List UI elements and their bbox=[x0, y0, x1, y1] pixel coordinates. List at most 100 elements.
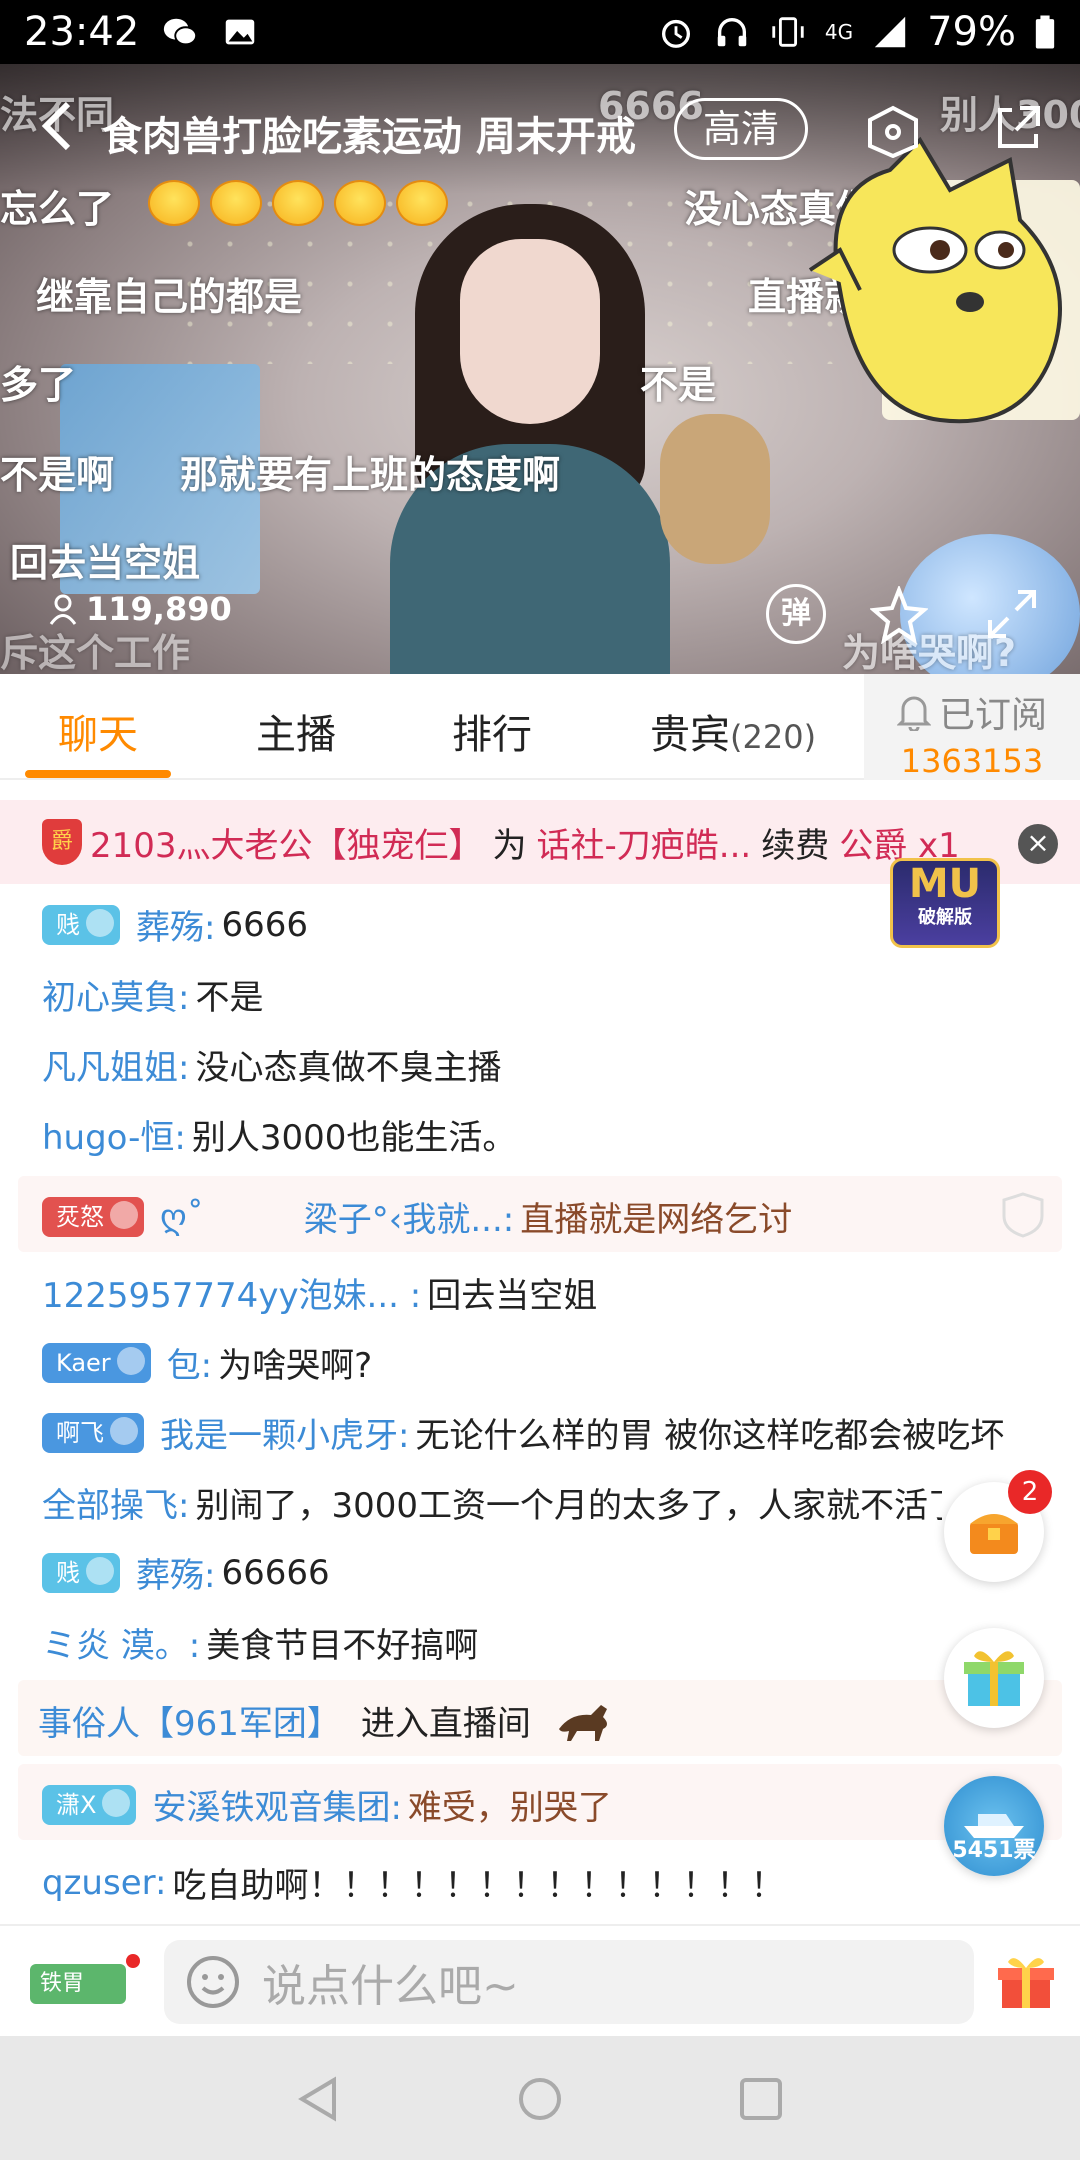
tab-chat[interactable]: 聊天 bbox=[58, 702, 138, 760]
signal-icon bbox=[874, 16, 906, 48]
medal-notification-dot bbox=[126, 1954, 140, 1968]
horse-icon bbox=[558, 1704, 607, 1741]
danmaku-item: 不是啊 bbox=[0, 453, 115, 497]
chat-input[interactable]: 说点什么吧~ bbox=[164, 1940, 974, 2024]
subscribe-button[interactable]: 已订阅 1363153 bbox=[864, 674, 1080, 780]
input-bar: 铁胃 说点什么吧~ bbox=[0, 1924, 1080, 2036]
emoji-icon bbox=[210, 180, 262, 226]
chat-message: 初心莫負: 不是 bbox=[42, 970, 263, 1019]
chat-text: 6666 bbox=[221, 904, 308, 945]
room-title: 食肉兽打脸吃素运动 周末开戒 bbox=[102, 114, 636, 160]
status-bar: 23:42 4G 79% bbox=[0, 0, 1080, 64]
streamer bbox=[390, 204, 670, 674]
home-icon[interactable] bbox=[866, 104, 920, 158]
chat-message: 啊飞 我是一颗小虎牙: 无论什么样的胃 被你这样吃都会被吃坏 bbox=[42, 1408, 1004, 1457]
chat-message: 凡凡姐姐: 没心态真做不臭主播 bbox=[42, 1040, 501, 1089]
vip-count: (220) bbox=[730, 718, 817, 756]
tab-ranking[interactable]: 排行 bbox=[452, 702, 532, 760]
fan-medal[interactable]: 铁胃 bbox=[30, 1964, 126, 2004]
nav-recents-icon[interactable] bbox=[738, 2076, 784, 2122]
gift-box-button[interactable] bbox=[944, 1628, 1044, 1728]
mu-logo-text: MU bbox=[908, 861, 982, 907]
notice-action: 续费 bbox=[761, 825, 830, 866]
emoji-picker-icon[interactable] bbox=[186, 1955, 240, 2009]
chat-text: 进入直播间 bbox=[360, 1704, 531, 1744]
subscribe-label: 已订阅 bbox=[938, 695, 1047, 736]
danmaku-item: 回去当空姐 bbox=[10, 541, 201, 585]
chat-username[interactable]: 初心莫負: bbox=[42, 970, 189, 1019]
tab-vip[interactable]: 贵宾(220) bbox=[650, 702, 816, 760]
wechat-icon bbox=[164, 18, 198, 46]
nav-home-icon[interactable] bbox=[517, 2076, 563, 2122]
fan-badge[interactable]: 烎怒 bbox=[42, 1196, 144, 1237]
chat-message: 贱 葬殇: 66666 bbox=[42, 1548, 330, 1597]
danmaku-item: 继靠自己的都是 bbox=[36, 275, 303, 319]
chat-username[interactable]: hugo-恒: bbox=[42, 1110, 186, 1159]
chat-text: 为啥哭啊? bbox=[218, 1346, 373, 1386]
emoji-icon bbox=[148, 180, 200, 226]
emoji-danmaku bbox=[148, 180, 448, 226]
chat-username[interactable]: qzuser: bbox=[42, 1863, 166, 1903]
chat-message: 贱 葬殇: 6666 bbox=[42, 900, 308, 949]
chat-message: Kaer 包: 为啥哭啊? bbox=[42, 1338, 372, 1387]
close-icon[interactable]: × bbox=[1018, 824, 1058, 864]
chat-message: 潇X 安溪铁观音集团: 难受，别哭了 bbox=[42, 1780, 612, 1829]
chat-username[interactable]: 全部操飞: bbox=[42, 1478, 189, 1527]
fan-badge[interactable]: Kaer bbox=[42, 1342, 151, 1383]
chat-username[interactable]: 葬殇: bbox=[136, 1548, 215, 1597]
chat-text: 没心态真做不臭主播 bbox=[195, 1048, 502, 1088]
chat-enter-message: 事俗人【961军团】 进入直播间 bbox=[38, 1696, 617, 1745]
chat-message: qzuser: 吃自助啊！！！！！！！！！！！！！！ bbox=[42, 1858, 784, 1907]
chat-username[interactable]: 包: bbox=[167, 1338, 212, 1387]
back-button[interactable] bbox=[38, 98, 86, 158]
chevron-left-icon bbox=[41, 101, 71, 151]
fullscreen-icon[interactable] bbox=[982, 584, 1042, 644]
mu-ad-logo[interactable]: MU 破解版 bbox=[890, 858, 1000, 948]
chat-username[interactable]: 凡凡姐姐: bbox=[42, 1040, 189, 1089]
subscriber-count: 1363153 bbox=[900, 742, 1044, 780]
chat-message: 全部操飞: 别闹了，3000工资一个月的太多了，人家就不活了 bbox=[42, 1478, 942, 1527]
chat-username[interactable]: ミ炎 漠。: bbox=[42, 1618, 200, 1667]
fan-badge[interactable]: 贱 bbox=[42, 1552, 120, 1593]
chat-message: 1225957774yy泡妹... : 回去当空姐 bbox=[42, 1268, 597, 1317]
yacht-vote-button[interactable]: 5451票 bbox=[944, 1776, 1044, 1876]
system-nav-bar bbox=[0, 2036, 1080, 2160]
fan-badge[interactable]: 潇X bbox=[42, 1784, 137, 1825]
tab-streamer[interactable]: 主播 bbox=[256, 702, 336, 760]
chat-text: 不是 bbox=[195, 978, 264, 1018]
bell-icon bbox=[896, 696, 931, 731]
chat-message: ミ炎 漠。: 美食节目不好搞啊 bbox=[42, 1618, 478, 1667]
share-icon[interactable] bbox=[990, 100, 1046, 156]
fan-badge[interactable]: 贱 bbox=[42, 904, 120, 945]
emoji-icon bbox=[272, 180, 324, 226]
chat-username[interactable]: 我是一颗小虎牙: bbox=[160, 1408, 409, 1457]
shield-icon bbox=[1002, 1192, 1044, 1238]
effects-icon[interactable] bbox=[870, 586, 928, 644]
notice-target[interactable]: 话社-刀疤皓... bbox=[537, 818, 752, 867]
gift-box-icon bbox=[964, 1651, 1024, 1706]
danmaku-toggle-button[interactable]: 弹 bbox=[766, 584, 826, 644]
chat-text: 别人3000也能生活。 bbox=[191, 1118, 517, 1158]
chat-text: 无论什么样的胃 被你这样吃都会被吃坏 bbox=[415, 1416, 1005, 1456]
battery-icon bbox=[1035, 15, 1055, 49]
quality-button[interactable]: 高清 bbox=[674, 98, 808, 160]
tab-vip-label: 贵宾 bbox=[650, 712, 730, 758]
treasure-chest-button[interactable]: 2 bbox=[944, 1470, 1052, 1582]
chat-username[interactable]: 葬殇: bbox=[136, 900, 215, 949]
danmaku-item: 不是 bbox=[640, 363, 717, 407]
chat-username[interactable]: 事俗人【961军团】 bbox=[38, 1696, 341, 1745]
gift-icon[interactable] bbox=[996, 1952, 1056, 2012]
notice-verb: 为 bbox=[492, 825, 527, 866]
vote-count: 5451票 bbox=[952, 1838, 1036, 1863]
teddy-bear bbox=[660, 414, 770, 564]
viewer-count: 119,890 bbox=[48, 590, 232, 628]
fan-badge[interactable]: 啊飞 bbox=[42, 1412, 144, 1453]
chat-username[interactable]: 梁子°‹我就...: bbox=[304, 1192, 514, 1241]
chat-username[interactable]: 安溪铁观音集团: bbox=[152, 1780, 401, 1829]
emoji-icon bbox=[396, 180, 448, 226]
notice-user[interactable]: 2103灬大老公【独宠仨】 bbox=[90, 818, 483, 867]
nav-back-icon[interactable] bbox=[296, 2076, 342, 2122]
chat-username[interactable]: 1225957774yy泡妹... : bbox=[42, 1268, 421, 1317]
chat-message: hugo-恒: 别人3000也能生活。 bbox=[42, 1110, 516, 1159]
viewer-count-value: 119,890 bbox=[86, 590, 232, 628]
